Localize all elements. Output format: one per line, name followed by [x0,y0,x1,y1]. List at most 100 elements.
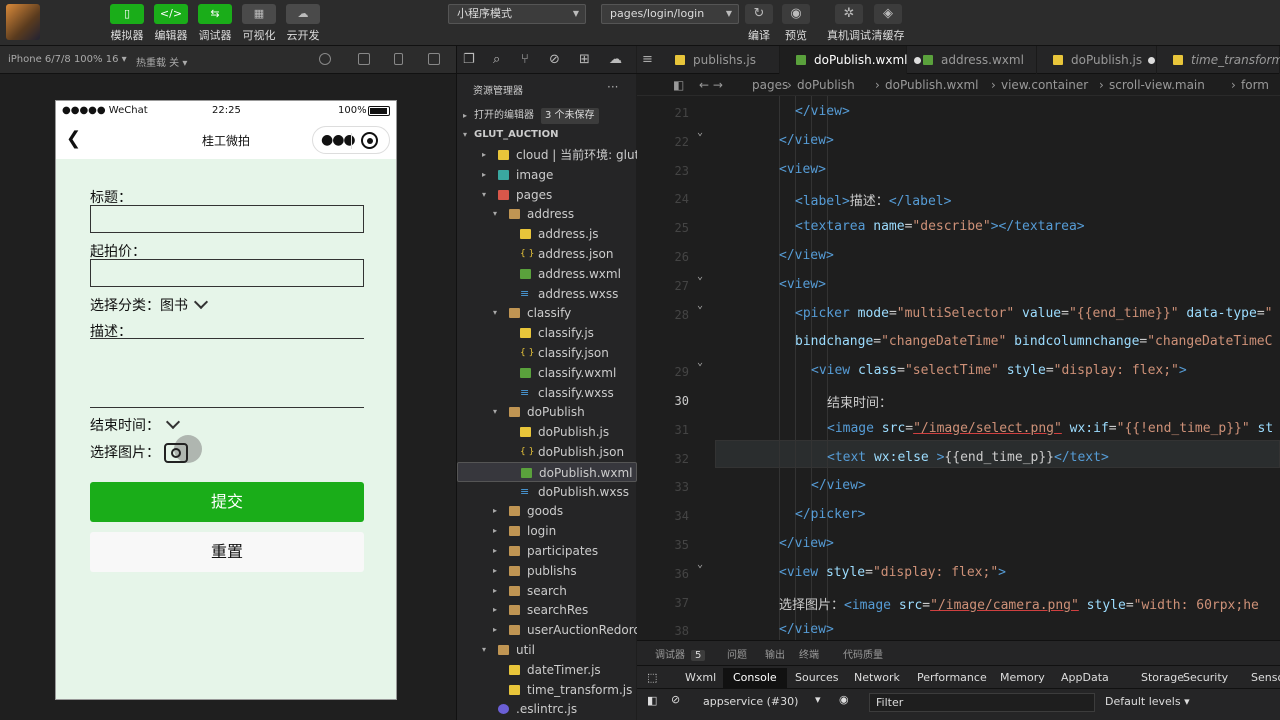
tree-file[interactable]: time_transform.js [457,680,637,700]
editor-tab[interactable]: publishs.js [659,46,780,74]
debug-icon[interactable]: ⊘ [549,52,560,67]
nav-arrows-icon[interactable]: ← → [699,74,723,95]
fold-chevron-icon[interactable]: ⌄ [697,559,703,570]
breadcrumb-item[interactable]: scroll-view.main [1109,74,1205,95]
toolbar-refresh-button[interactable]: ↻ 编译 [741,4,777,43]
tree-file[interactable]: ≡ address.wxss [457,284,637,304]
more-icon[interactable]: ●●● [321,132,356,148]
tree-folder[interactable]: ▸ image [457,165,637,185]
clear-console-icon[interactable]: ⊘ [671,693,680,706]
breadcrumb-item[interactable]: pages [752,74,788,95]
detach-icon[interactable] [428,53,440,65]
tree-file[interactable]: .eslintrc.js [457,699,637,719]
panel-tab[interactable]: 问题 [727,646,747,661]
tree-folder[interactable]: ▾ address [457,204,637,224]
tree-folder[interactable]: ▸ publishs [457,561,637,581]
levels-select[interactable]: Default levels ▾ [1105,695,1190,708]
category-picker[interactable]: 选择分类：图书 [90,294,209,315]
tree-file[interactable]: ≡ doPublish.wxss [457,482,637,502]
title-input[interactable] [90,205,364,233]
volume-icon[interactable] [358,53,370,65]
breadcrumb-item[interactable]: doPublish.wxml [885,74,979,95]
tree-file[interactable]: ≡ classify.wxss [457,383,637,403]
tree-file[interactable]: { } doPublish.json [457,442,637,462]
devtools-tab[interactable]: Sources [795,671,839,684]
devtools-tab[interactable]: Sensor [1251,671,1280,684]
tree-folder[interactable]: ▾ util [457,640,637,660]
split-editor-icon[interactable]: ≡ [642,52,653,67]
rotate-icon[interactable] [319,53,331,65]
user-avatar[interactable] [6,4,40,40]
fold-chevron-icon[interactable]: ⌄ [697,127,703,138]
panel-tab[interactable]: 代码质量 [843,646,883,661]
tree-folder[interactable]: ▸ login [457,521,637,541]
bookmark-icon[interactable]: ◧ [673,74,684,95]
eye-icon[interactable]: ◉ [839,693,849,706]
more-icon[interactable]: ··· [607,80,618,94]
panel-tab[interactable]: 终端 [799,646,819,661]
panel-tab[interactable]: 调试器 5 [655,646,706,661]
devtools-tab[interactable]: Console [723,668,787,688]
tree-file[interactable]: dateTimer.js [457,660,637,680]
source-control-icon[interactable]: ⑂ [521,52,529,67]
price-input[interactable] [90,259,364,287]
tree-folder[interactable]: ▾ pages [457,185,637,205]
tree-file[interactable]: classify.wxml [457,363,637,383]
toolbar-eye-button[interactable]: ◉ 预览 [778,4,814,43]
breadcrumb-item[interactable]: form [1241,74,1269,95]
devtools-tab[interactable]: Security [1183,671,1228,684]
search-icon[interactable]: ⌕ [493,52,500,67]
panel-tab[interactable]: 输出 [765,646,785,661]
page-select[interactable]: pages/login/login ▼ [601,4,739,24]
devtools-tab[interactable]: Wxml [685,671,716,684]
context-select[interactable]: appservice (#30) [703,695,798,708]
tree-file[interactable]: doPublish.js [457,422,637,442]
tree-folder[interactable]: ▸ userAuctionRedords [457,620,637,640]
editor-tab[interactable]: doPublish.js [1037,46,1157,74]
open-editors-section[interactable]: ▸ 打开的编辑器 3 个未保存 [457,106,637,126]
tree-folder[interactable]: ▸ goods [457,501,637,521]
tree-file[interactable]: address.js [457,224,637,244]
cloud-icon[interactable]: ☁ [609,52,622,67]
devtools-tab[interactable]: Memory [1000,671,1045,684]
home-icon[interactable] [394,53,403,65]
devtools-tab[interactable]: Network [854,671,900,684]
fold-chevron-icon[interactable]: ⌄ [697,271,703,282]
hot-reload-select[interactable]: 热重载 关 ▾ [136,54,187,69]
breadcrumb-item[interactable]: view.container [1001,74,1088,95]
tree-folder[interactable]: ▸ search [457,581,637,601]
mode-select[interactable]: 小程序模式 ▼ [448,4,586,24]
tree-folder[interactable]: ▸ participates [457,541,637,561]
toolbar-phone-button[interactable]: ▯ 模拟器 [110,4,144,43]
camera-icon[interactable] [164,443,188,463]
extensions-icon[interactable]: ⊞ [579,52,590,67]
editor-tab[interactable]: address.wxml [907,46,1037,74]
submit-button[interactable]: 提交 [90,482,364,522]
tree-folder[interactable]: ▾ classify [457,303,637,323]
tree-folder[interactable]: ▾ doPublish [457,402,637,422]
tree-folder[interactable]: ▸ searchRes [457,600,637,620]
filter-input[interactable]: Filter [869,693,1095,712]
toolbar-debug-button[interactable]: ⇆ 调试器 [198,4,232,43]
devtools-tab[interactable]: Performance [917,671,987,684]
devtools-tab[interactable]: Storage [1141,671,1184,684]
editor-tab[interactable]: doPublish.wxml [780,46,921,74]
toolbar-bug-button[interactable]: ✲ 真机调试 [825,4,873,43]
toolbar-cloud-button[interactable]: ☁ 云开发 [286,4,320,43]
fold-chevron-icon[interactable]: ⌄ [697,357,703,368]
tree-file[interactable]: doPublish.wxml [457,461,637,482]
tree-file[interactable]: address.wxml [457,264,637,284]
close-miniprogram-icon[interactable] [361,132,378,149]
tree-file[interactable]: { } classify.json [457,343,637,363]
describe-textarea[interactable] [90,338,364,408]
devtools-tab[interactable]: AppData [1061,671,1109,684]
reset-button[interactable]: 重置 [90,532,364,572]
end-time-picker[interactable]: 结束时间： [90,414,181,435]
editor-tab[interactable]: time_transform.js [1157,46,1280,74]
files-icon[interactable]: ❐ [463,52,475,67]
code-area[interactable]: 21 </view> 22 ⌄ </view> 23 <view> 24 <label>描述：<… [637,96,1280,640]
toolbar-code-button[interactable]: </> 编辑器 [154,4,188,43]
tree-folder[interactable]: ▸ cloud | 当前环境: glut-... [457,145,637,165]
fold-chevron-icon[interactable]: ⌄ [697,300,703,311]
device-select[interactable]: iPhone 6/7/8 100% 16 ▾ [8,54,127,65]
